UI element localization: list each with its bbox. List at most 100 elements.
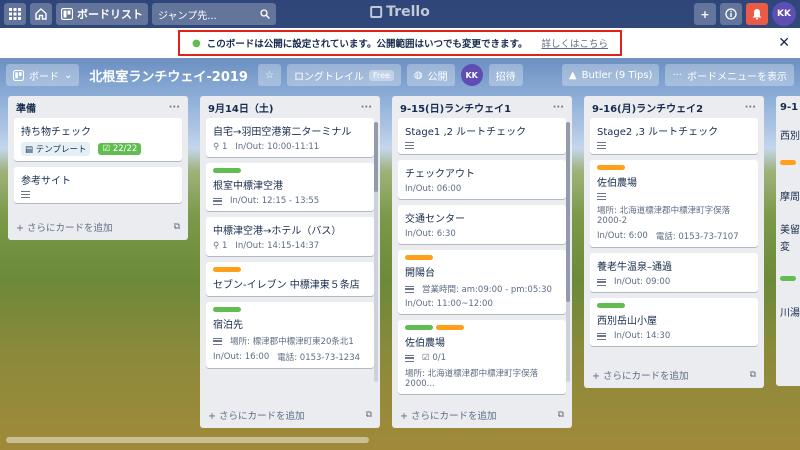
globe-icon: ● [191,37,201,49]
card[interactable]: 交通センター In/Out: 6:30 [398,205,566,244]
card[interactable]: Stage2 ,3 ルートチェック [590,118,758,154]
place-field: 場所: 北海道標津郡中標津町字俣落2000-2 [597,206,731,226]
butler-label: Butler (9 Tips) [581,69,653,81]
description-icon [213,337,222,345]
card-title[interactable]: 変 [780,238,800,253]
orange-label [436,325,464,330]
orange-label [213,267,241,272]
team-label: ロングトレイル [293,71,364,83]
public-board-banner: ● このボードは公開に設定されています。公開範囲はいつでも変更できます。 詳しく… [0,28,800,58]
list-header[interactable]: 9-16(月)ランチウェイ2 ··· [584,96,764,118]
card[interactable]: 佐伯農場 場所: 北海道標津郡中標津町字俣落2000-2 In/Out: 6:0… [590,160,758,247]
card-title: 佐伯農場 [597,178,637,189]
card-title: 交通センター [405,214,465,225]
board-switcher-label: ボード [29,71,59,83]
card[interactable]: 中標津空港→ホテル（バス） ⚲ 1 In/Out: 14:15-14:37 [206,217,374,256]
visibility-button[interactable]: ◍ 公開 [406,64,455,86]
card-template-icon[interactable]: ⧉ [750,370,756,380]
list-menu-icon[interactable]: ··· [169,102,180,113]
inout-field: In/Out: 14:15-14:37 [235,241,320,251]
card[interactable]: Stage1 ,2 ルートチェック [398,118,566,154]
notifications-button[interactable] [746,3,768,25]
list-scrollbar[interactable] [566,122,570,382]
board-switcher-button[interactable]: ボード ⌄ [6,64,80,86]
card[interactable]: 参考サイト [14,167,182,203]
list-header[interactable]: 9月14日（土) ··· [200,96,380,118]
card-template-icon[interactable]: ⧉ [558,410,564,420]
user-avatar[interactable]: KK [772,2,796,26]
list-title[interactable]: 9月14日（土) [208,100,273,115]
card-title: 養老牛温泉–通過 [597,262,672,273]
scrollbar-thumb[interactable] [566,122,570,302]
more-icon: ··· [672,69,682,81]
card[interactable]: 佐伯農場 ☑ 0/1 場所: 北海道標津郡中標津町字俣落2000... [398,320,566,394]
add-card-button[interactable]: + さらにカードを追加 ⧉ [584,362,764,388]
card[interactable]: 根室中標津空港 In/Out: 12:15 - 13:55 [206,163,374,211]
checklist-badge: ☑ 22/22 [98,143,142,155]
card[interactable]: 自宅→羽田空港第二ターミナル ⚲ 1 In/Out: 10:00-11:11 [206,118,374,157]
list-header[interactable]: 準備 ··· [8,96,188,118]
card-template-icon[interactable]: ⧉ [174,222,180,232]
card-title[interactable]: 摩周 [780,188,800,203]
green-label [597,303,625,308]
card[interactable]: 養老牛温泉–通過 In/Out: 09:00 [590,253,758,292]
board-horizontal-scrollbar[interactable] [6,437,369,443]
boards-icon [13,69,24,81]
learn-more-link[interactable]: 詳しくはこちら [542,36,609,50]
apps-grid-button[interactable] [4,3,26,25]
add-card-button[interactable]: + さらにカードを追加 ⧉ [200,402,380,428]
search-input[interactable]: ジャンプ先... [152,3,276,25]
list-menu-icon[interactable]: ··· [361,102,372,113]
list-title[interactable]: 9-1 [780,102,800,113]
close-icon[interactable]: ✕ [778,35,790,51]
card-template-icon[interactable]: ⧉ [366,410,372,420]
star-button[interactable]: ☆ [257,64,281,86]
card[interactable]: 宿泊先 場所: 標津郡中標津町東20条北1 In/Out: 16:00 電話: … [206,302,374,368]
info-button[interactable] [720,3,742,25]
green-label [213,168,241,173]
list-title[interactable]: 9-15(日)ランチウェイ1 [400,100,511,115]
place-field: 場所: 標津郡中標津町東20条北1 [230,337,354,347]
place-field: 場所: 北海道標津郡中標津町字俣落2000... [405,369,539,389]
scrollbar-thumb[interactable] [374,122,378,192]
card[interactable]: 持ち物チェック ▤ テンプレート ☑ 22/22 [14,118,182,161]
plus-icon: + [700,7,710,21]
card[interactable]: 西別岳山小屋 In/Out: 14:30 [590,298,758,346]
add-card-button[interactable]: + さらにカードを追加 ⧉ [392,402,572,428]
member-avatar[interactable]: KK [460,64,483,86]
trello-logo[interactable]: Trello [370,4,430,20]
description-icon [21,191,30,198]
butler-icon: ▲ [568,69,577,81]
list-menu-icon[interactable]: ··· [745,102,756,113]
list-menu-icon[interactable]: ··· [553,102,564,113]
list-scrollbar[interactable] [374,122,378,382]
attachment-count: 1 [221,241,228,251]
card[interactable]: セブン-イレブン 中標津東５条店 [206,262,374,296]
list-header[interactable]: 9-15(日)ランチウェイ1 ··· [392,96,572,118]
trello-logo-text: Trello [386,4,430,20]
description-icon [597,142,606,149]
show-menu-button[interactable]: ··· ボードメニューを表示 [665,64,794,86]
add-card-button[interactable]: + さらにカードを追加 ⧉ [8,214,188,240]
list-title[interactable]: 9-16(月)ランチウェイ2 [592,100,703,115]
list-title[interactable]: 準備 [16,100,36,115]
inout-field: In/Out: 10:00-11:11 [235,142,320,152]
home-button[interactable] [30,3,52,25]
card[interactable]: チェックアウト In/Out: 06:00 [398,160,566,199]
create-button[interactable]: + [694,3,716,25]
invite-button[interactable]: 招待 [488,64,523,86]
card-title[interactable]: 美留 [780,221,800,236]
card[interactable]: 開陽台 営業時間: am:09:00 - pm:05:30 In/Out: 11… [398,250,566,314]
card-title: Stage2 ,3 ルートチェック [597,127,719,138]
phone-field: 電話: 0153-73-7107 [655,232,739,242]
butler-button[interactable]: ▲ Butler (9 Tips) [561,64,660,86]
banner-message: このボードは公開に設定されています。公開範囲はいつでも変更できます。 [206,39,528,50]
card-title[interactable]: 川湯 [780,304,800,319]
list-sep-15: 9-15(日)ランチウェイ1 ··· Stage1 ,2 ルートチェック チェッ… [392,96,572,428]
attachment-badge: ⚲ 1 [213,142,228,152]
card-title[interactable]: 西別 [780,127,800,142]
board-list-button[interactable]: ボードリスト [56,3,148,25]
team-button[interactable]: ロングトレイル Free [286,64,401,86]
show-menu-label: ボードメニューを表示 [687,71,787,83]
board-title[interactable]: 北根室ランチウェイ-2019 [85,66,252,85]
